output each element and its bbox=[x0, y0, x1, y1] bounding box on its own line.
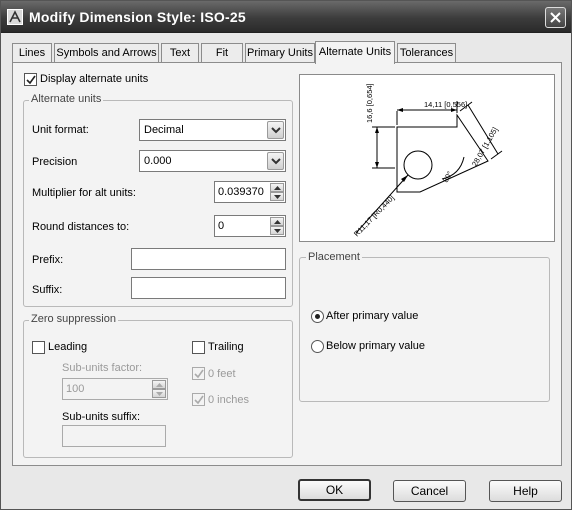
arrow-up-icon bbox=[274, 220, 281, 224]
checkmark-icon bbox=[194, 395, 204, 405]
below-primary-radio[interactable] bbox=[311, 340, 324, 353]
help-button[interactable]: Help bbox=[489, 480, 562, 502]
round-distances-stepper[interactable]: 0 bbox=[214, 215, 286, 237]
sub-units-factor-label: Sub-units factor: bbox=[62, 362, 143, 374]
spin-down-button[interactable] bbox=[270, 226, 284, 235]
spin-down-button[interactable] bbox=[152, 389, 166, 398]
autocad-app-icon bbox=[7, 9, 23, 25]
arrow-up-icon bbox=[156, 383, 163, 387]
after-primary-label: After primary value bbox=[326, 310, 419, 322]
tab-symbols-arrows[interactable]: Symbols and Arrows bbox=[54, 43, 159, 63]
leading-label: Leading bbox=[48, 341, 88, 353]
sub-units-suffix-label: Sub-units suffix: bbox=[62, 411, 141, 423]
prefix-input[interactable] bbox=[131, 248, 286, 270]
spin-up-button[interactable] bbox=[270, 183, 284, 192]
radio-selected-dot bbox=[315, 314, 320, 319]
dropdown-button[interactable] bbox=[267, 152, 284, 170]
title-bar: Modify Dimension Style: ISO-25 bbox=[1, 1, 571, 33]
leading-checkbox[interactable] bbox=[32, 341, 45, 354]
close-icon bbox=[550, 12, 561, 23]
spin-up-button[interactable] bbox=[270, 217, 284, 226]
zero-inches-label: 0 inches bbox=[208, 394, 249, 406]
dim-left-text: 16,6 [0,654] bbox=[365, 83, 374, 123]
placement-group bbox=[299, 257, 550, 402]
placement-group-title: Placement bbox=[306, 251, 362, 263]
sub-units-suffix-input[interactable] bbox=[62, 425, 166, 447]
round-distances-value: 0 bbox=[218, 220, 225, 232]
checkmark-icon bbox=[26, 75, 36, 85]
zero-inches-checkbox[interactable] bbox=[192, 393, 205, 406]
multiplier-label: Multiplier for alt units: bbox=[32, 187, 136, 199]
precision-select[interactable]: 0.000 bbox=[139, 150, 286, 172]
window-title: Modify Dimension Style: ISO-25 bbox=[29, 9, 246, 25]
sub-units-factor-stepper[interactable]: 100 bbox=[62, 378, 168, 400]
multiplier-stepper[interactable]: 0.039370 bbox=[214, 181, 286, 203]
checkmark-icon bbox=[194, 369, 204, 379]
alternate-units-group-title: Alternate units bbox=[29, 93, 104, 105]
suffix-label: Suffix: bbox=[32, 284, 63, 296]
tab-primary-units[interactable]: Primary Units bbox=[245, 43, 315, 63]
arrow-up-icon bbox=[274, 186, 281, 190]
dim-radius-text: R11,17 [R0,440] bbox=[352, 193, 396, 238]
dropdown-button[interactable] bbox=[267, 121, 284, 139]
multiplier-value: 0.039370 bbox=[218, 186, 264, 198]
sub-units-factor-value: 100 bbox=[66, 383, 85, 395]
below-primary-label: Below primary value bbox=[326, 340, 426, 352]
trailing-label: Trailing bbox=[208, 341, 244, 353]
tab-fit[interactable]: Fit bbox=[201, 43, 243, 63]
display-alt-units-label: Display alternate units bbox=[40, 73, 149, 85]
dialog-window: Modify Dimension Style: ISO-25 Lines Sym… bbox=[0, 0, 572, 510]
zero-suppression-group-title: Zero suppression bbox=[29, 313, 118, 325]
unit-format-label: Unit format: bbox=[32, 124, 89, 136]
after-primary-radio[interactable] bbox=[311, 310, 324, 323]
prefix-label: Prefix: bbox=[32, 254, 64, 266]
zero-feet-checkbox[interactable] bbox=[192, 367, 205, 380]
precision-label: Precision bbox=[32, 156, 78, 168]
zero-feet-label: 0 feet bbox=[208, 368, 236, 380]
round-distances-label: Round distances to: bbox=[32, 221, 130, 233]
dim-top-text: 14,11 [0,556] bbox=[424, 100, 467, 109]
unit-format-select[interactable]: Decimal bbox=[139, 119, 286, 141]
suffix-input[interactable] bbox=[131, 277, 286, 299]
trailing-checkbox[interactable] bbox=[192, 341, 205, 354]
chevron-down-icon bbox=[271, 127, 281, 134]
ok-button[interactable]: OK bbox=[298, 479, 371, 501]
dimension-preview: 14,11 [0,556] 16,6 [0,654] 28,07 [1,105]… bbox=[299, 74, 555, 242]
chevron-down-icon bbox=[271, 158, 281, 165]
precision-value: 0.000 bbox=[144, 155, 172, 167]
tab-alternate-units[interactable]: Alternate Units bbox=[315, 41, 395, 64]
unit-format-value: Decimal bbox=[144, 124, 184, 136]
tab-lines[interactable]: Lines bbox=[12, 43, 52, 63]
arrow-down-icon bbox=[156, 392, 163, 396]
tab-text[interactable]: Text bbox=[161, 43, 199, 63]
close-button[interactable] bbox=[545, 7, 566, 28]
arrow-down-icon bbox=[274, 195, 281, 199]
preview-drawing: 14,11 [0,556] 16,6 [0,654] 28,07 [1,105]… bbox=[352, 83, 503, 238]
tab-tolerances[interactable]: Tolerances bbox=[397, 43, 456, 63]
spin-down-button[interactable] bbox=[270, 192, 284, 201]
arrow-down-icon bbox=[274, 229, 281, 233]
cancel-button[interactable]: Cancel bbox=[393, 480, 466, 502]
display-alt-units-checkbox[interactable] bbox=[24, 73, 37, 86]
spin-up-button[interactable] bbox=[152, 380, 166, 389]
